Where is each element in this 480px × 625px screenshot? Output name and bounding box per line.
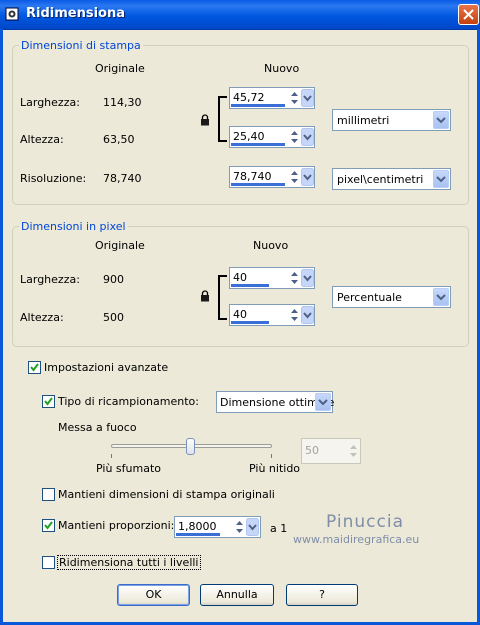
resize-all-layers-label[interactable]: Ridimensiona tutti i livelli <box>57 555 201 570</box>
checkmark-icon <box>44 521 53 530</box>
slider-tick <box>271 454 272 458</box>
print-col-new: Nuovo <box>264 62 300 75</box>
watermark-name: Pinuccia <box>326 512 404 532</box>
print-col-original: Originale <box>95 62 145 75</box>
lock-icon[interactable] <box>200 114 210 126</box>
link-bracket <box>218 275 227 320</box>
print-width-spinner[interactable]: 45,72 <box>229 87 315 109</box>
resolution-label: Risoluzione: <box>20 172 87 185</box>
resample-label[interactable]: Tipo di ricampionamento: <box>58 395 199 408</box>
watermark-url: www.maidiregrafica.eu <box>293 533 420 546</box>
sharpness-slider-thumb[interactable] <box>186 438 195 455</box>
spin-arrows-icon[interactable] <box>234 518 245 536</box>
pixel-height-label: Altezza: <box>20 311 64 324</box>
chevron-down-icon <box>436 294 446 301</box>
pixel-col-original: Originale <box>95 239 145 252</box>
close-icon <box>463 9 474 20</box>
pixel-col-new: Nuovo <box>253 239 289 252</box>
ok-button[interactable]: OK <box>117 584 190 606</box>
app-icon <box>5 7 19 21</box>
resolution-unit-select[interactable]: pixel\centimetri <box>332 168 451 190</box>
sharpness-value: 50 <box>305 444 319 457</box>
print-height-label: Altezza: <box>20 133 64 146</box>
spin-arrows-icon[interactable] <box>289 168 300 186</box>
ratio-spinner[interactable]: 1,8000 <box>174 516 261 538</box>
spin-arrows-icon[interactable] <box>289 269 300 287</box>
chevron-down-icon <box>436 117 446 124</box>
keep-ratio-checkbox[interactable] <box>42 519 55 532</box>
title-bar[interactable]: Ridimensiona <box>0 0 480 30</box>
checkmark-icon <box>44 397 53 406</box>
resample-checkbox[interactable] <box>42 395 55 408</box>
pixel-width-value: 40 <box>233 271 247 284</box>
resample-select[interactable]: Dimensione ottimale <box>216 391 334 413</box>
chevron-down-icon[interactable] <box>301 269 314 287</box>
print-unit-select[interactable]: millimetri <box>332 109 451 131</box>
window-title: Ridimensiona <box>26 6 125 21</box>
checkmark-icon <box>30 363 39 372</box>
chevron-down-icon <box>318 399 328 406</box>
ratio-suffix: a 1 <box>270 522 288 535</box>
chevron-down-icon[interactable] <box>301 168 314 186</box>
sharpness-spinner: 50 <box>301 438 361 464</box>
slider-tick <box>111 454 112 458</box>
pixel-width-label: Larghezza: <box>20 273 80 286</box>
resize-all-layers-checkbox[interactable] <box>42 556 55 569</box>
pixel-height-value: 40 <box>233 308 247 321</box>
pixel-width-spinner[interactable]: 40 <box>229 267 315 289</box>
pixel-width-original: 900 <box>103 273 124 286</box>
print-unit-value: millimetri <box>337 114 390 127</box>
link-bracket <box>218 96 227 142</box>
close-button[interactable] <box>458 4 479 25</box>
print-width-label: Larghezza: <box>20 96 80 109</box>
keep-print-size-label[interactable]: Mantieni dimensioni di stampa originali <box>58 488 275 501</box>
resolution-value: 78,740 <box>233 170 272 183</box>
pixel-height-original: 500 <box>103 311 124 324</box>
spin-arrows-icon <box>350 445 357 457</box>
lock-icon[interactable] <box>200 290 210 302</box>
slider-right-label: Più nitido <box>249 462 301 475</box>
resolution-spinner[interactable]: 78,740 <box>229 166 315 188</box>
keep-print-size-checkbox[interactable] <box>42 488 55 501</box>
advanced-settings-checkbox[interactable] <box>28 361 41 374</box>
slider-left-label: Più sfumato <box>96 462 161 475</box>
pixel-unit-value: Percentuale <box>337 291 402 304</box>
print-width-value: 45,72 <box>233 91 265 104</box>
sharpness-label: Messa a fuoco <box>58 421 137 434</box>
chevron-down-icon[interactable] <box>246 518 259 536</box>
chevron-down-icon <box>436 176 446 183</box>
chevron-down-icon[interactable] <box>301 128 314 146</box>
print-height-spinner[interactable]: 25,40 <box>229 126 315 148</box>
ratio-value: 1,8000 <box>178 520 217 533</box>
print-width-original: 114,30 <box>103 96 142 109</box>
print-height-original: 63,50 <box>103 133 135 146</box>
print-height-value: 25,40 <box>233 130 265 143</box>
chevron-down-icon[interactable] <box>301 89 314 107</box>
spin-arrows-icon[interactable] <box>289 128 300 146</box>
spin-arrows-icon[interactable] <box>289 306 300 324</box>
print-size-title: Dimensioni di stampa <box>19 39 143 52</box>
pixel-size-title: Dimensioni in pixel <box>19 220 128 233</box>
help-button[interactable]: ? <box>286 584 358 606</box>
spin-arrows-icon[interactable] <box>289 89 300 107</box>
advanced-settings-label[interactable]: Impostazioni avanzate <box>44 361 168 374</box>
chevron-down-icon[interactable] <box>301 306 314 324</box>
resolution-unit-value: pixel\centimetri <box>337 173 424 186</box>
keep-ratio-label[interactable]: Mantieni proporzioni: <box>58 519 174 532</box>
pixel-unit-select[interactable]: Percentuale <box>332 286 451 308</box>
resolution-original: 78,740 <box>103 172 142 185</box>
cancel-button[interactable]: Annulla <box>200 584 274 606</box>
pixel-height-spinner[interactable]: 40 <box>229 304 315 326</box>
